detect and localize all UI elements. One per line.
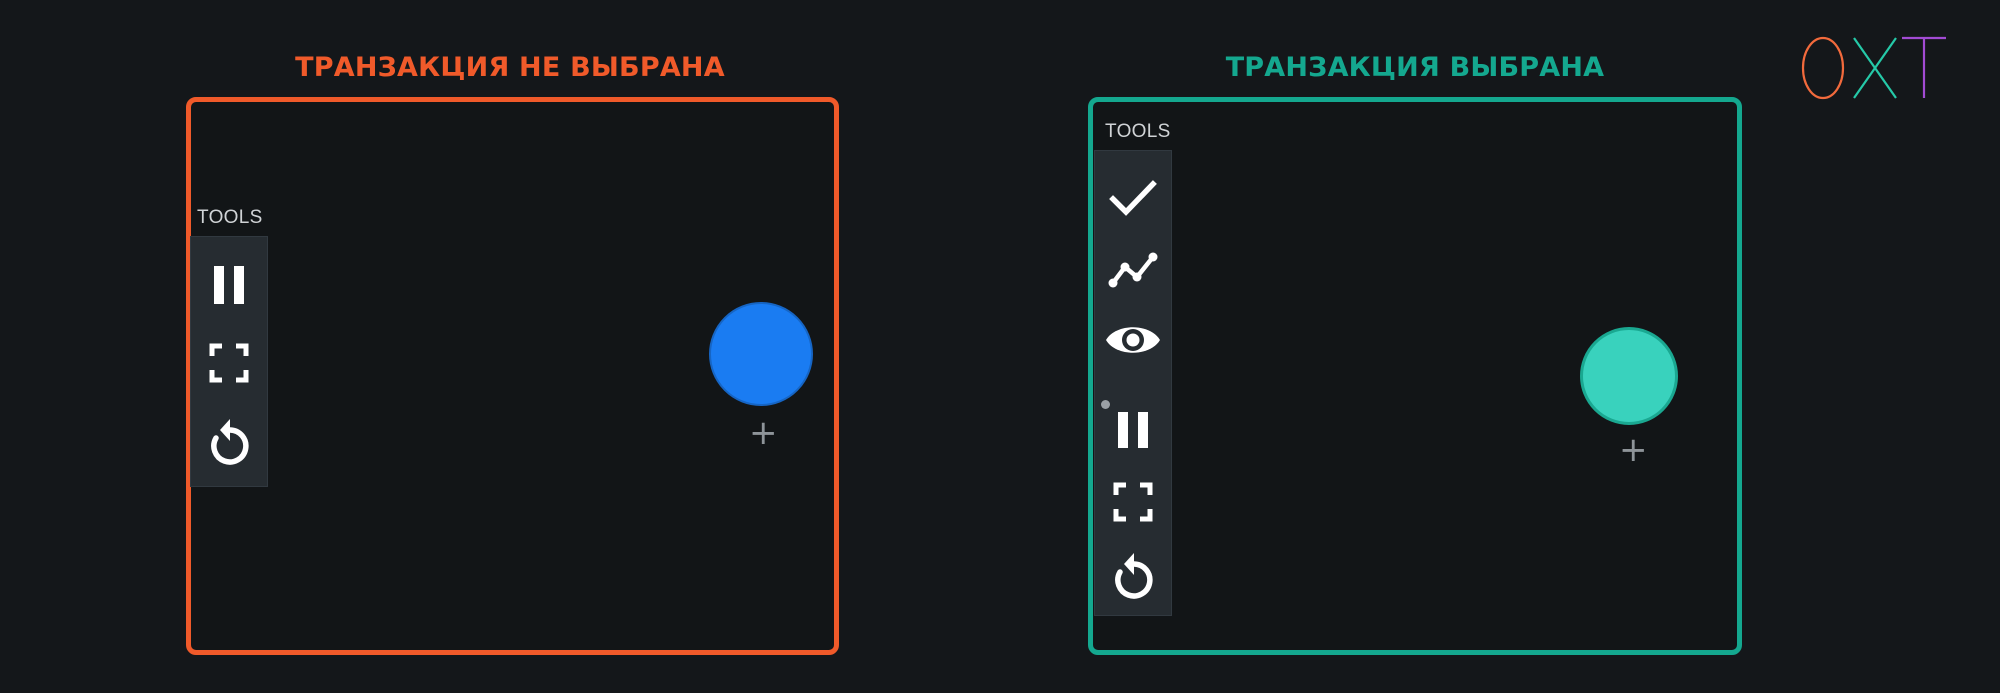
- left-add-button[interactable]: +: [749, 416, 778, 450]
- reset-icon: [1110, 550, 1156, 600]
- right-chart-button[interactable]: [1095, 243, 1171, 295]
- pause-icon: [211, 263, 247, 307]
- right-fullscreen-button[interactable]: [1095, 479, 1171, 525]
- fullscreen-icon: [209, 343, 249, 383]
- left-panel-title: ТРАНЗАКЦИЯ НЕ ВЫБРАНА: [295, 52, 725, 83]
- right-view-button[interactable]: [1095, 315, 1171, 365]
- left-fullscreen-button[interactable]: [191, 340, 267, 386]
- right-toolbar: [1094, 150, 1172, 616]
- reset-icon: [206, 416, 252, 466]
- right-pause-button[interactable]: [1095, 405, 1171, 455]
- left-pause-button[interactable]: [191, 259, 267, 311]
- right-add-button[interactable]: +: [1619, 433, 1648, 467]
- oxt-logo: [1801, 36, 1946, 100]
- right-reset-button[interactable]: [1095, 547, 1171, 603]
- pause-icon: [1115, 410, 1151, 450]
- left-toolbar: [190, 236, 268, 487]
- indicator-dot: [1101, 400, 1110, 409]
- fullscreen-icon: [1113, 482, 1153, 522]
- right-confirm-button[interactable]: [1095, 173, 1171, 223]
- right-teal-circle[interactable]: [1580, 327, 1678, 425]
- line-chart-icon: [1107, 249, 1159, 289]
- left-tools-label: TOOLS: [197, 207, 263, 228]
- canvas: ТРАНЗАКЦИЯ НЕ ВЫБРАНА TOOLS + ТРАНЗАКЦИЯ…: [0, 0, 2000, 693]
- check-icon: [1109, 178, 1157, 218]
- right-tools-label: TOOLS: [1105, 121, 1171, 142]
- eye-icon: [1104, 321, 1162, 359]
- left-reset-button[interactable]: [191, 413, 267, 469]
- right-panel-title: ТРАНЗАКЦИЯ ВЫБРАНА: [1225, 52, 1605, 83]
- left-blue-circle[interactable]: [709, 302, 813, 406]
